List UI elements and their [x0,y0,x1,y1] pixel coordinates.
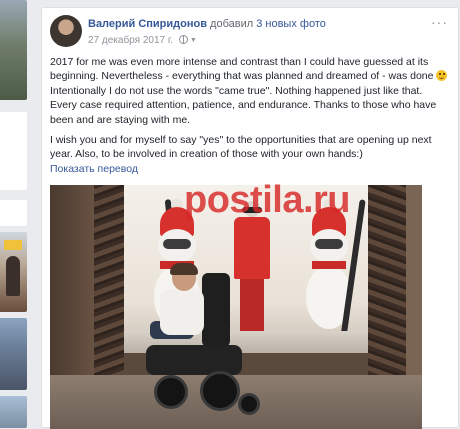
post-action: добавил 3 новых фото [210,18,326,30]
chevron-down-icon[interactable]: ▼ [190,37,197,44]
thumbnail-image[interactable] [0,396,27,428]
paragraph-text: 2017 for me was even more intense and co… [50,56,437,83]
globe-icon[interactable] [178,35,188,44]
post-paragraph: 2017 for me was even more intense and co… [50,55,450,127]
new-photos-link[interactable]: 3 новых фото [256,18,326,30]
action-prefix: добавил [210,18,254,30]
person-figure [150,263,220,355]
wheel [238,393,260,415]
post-meta: 27 декабря 2017 г. ▼ [88,35,197,46]
thumbnail-image[interactable] [0,232,27,312]
wheelchair-base [146,345,242,375]
show-translation-link[interactable]: Показать перевод [50,163,138,175]
author-avatar[interactable] [50,15,82,47]
post-body: 2017 for me was even more intense and co… [50,55,450,168]
watermark-logo: postila.ru [184,178,420,238]
thumbnail-blank [0,200,27,226]
paragraph-text: Intentionally I do not use the words "ca… [50,84,437,126]
smile-icon [436,70,448,82]
wheel [154,375,188,409]
watermark-text: postila.ru [184,179,351,221]
post-options-icon[interactable]: ··· [431,14,448,30]
author-name-link[interactable]: Валерий Спиридонов [88,18,207,30]
left-column-thumbnails [0,0,30,428]
thumbnail-blank [0,112,27,190]
thumbnail-image[interactable] [0,0,27,100]
thumbnail-image[interactable] [0,318,27,390]
wheel [200,371,240,411]
post-paragraph: I wish you and for myself to say "yes" t… [50,134,432,161]
post-date-link[interactable]: 27 декабря 2017 г. [88,35,173,46]
post-header: Валерий Спиридонов добавил 3 новых фото [88,18,326,30]
marble-pillar [94,185,124,375]
